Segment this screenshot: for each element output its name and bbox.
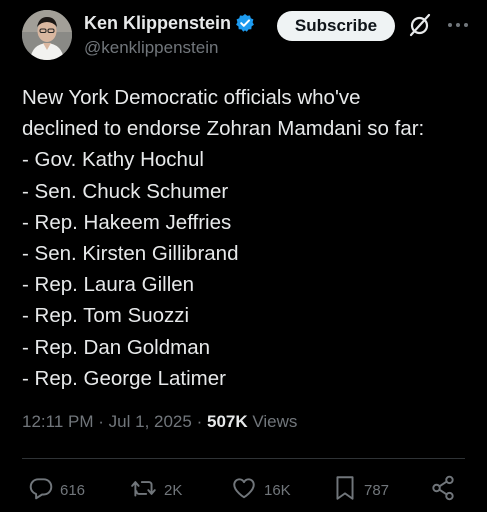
repost-icon <box>130 475 164 505</box>
tweet-list-item: - Rep. Dan Goldman <box>22 335 211 359</box>
bookmark-icon <box>332 474 364 506</box>
share-icon <box>430 474 462 506</box>
meta-separator: · <box>196 412 203 431</box>
tweet-date[interactable]: Jul 1, 2025 <box>109 412 192 431</box>
repost-count: 2K <box>164 481 183 499</box>
reply-count: 616 <box>60 481 86 499</box>
tweet-list-item: - Rep. Hakeem Jeffries <box>22 210 232 234</box>
tweet-list-item: - Sen. Kirsten Gillibrand <box>22 242 239 266</box>
bookmark-button[interactable]: 787 <box>332 474 389 506</box>
tweet-list-item: - Rep. Tom Suozzi <box>22 304 190 328</box>
like-count: 16K <box>264 481 291 499</box>
share-button[interactable] <box>430 474 462 506</box>
repost-button[interactable]: 2K <box>130 474 182 506</box>
tweet-intro-line: New York Democratic officials who've <box>22 86 361 109</box>
author-names: Ken Klippenstein @kenklippenstein <box>84 11 255 58</box>
reply-button[interactable]: 616 <box>28 474 85 506</box>
handle[interactable]: @kenklippenstein <box>84 38 255 58</box>
avatar[interactable] <box>22 10 72 60</box>
heart-icon <box>230 475 264 505</box>
tweet-time[interactable]: 12:11 PM <box>22 412 94 431</box>
more-horizontal-icon[interactable] <box>446 12 470 38</box>
tweet-list-item: - Rep. George Latimer <box>22 366 226 390</box>
tweet-list-item: - Rep. Laura Gillen <box>22 273 195 297</box>
display-name[interactable]: Ken Klippenstein <box>84 13 231 34</box>
bookmark-count: 787 <box>364 481 390 499</box>
tweet-text: New York Democratic officials who've decl… <box>22 82 472 394</box>
verified-badge-icon <box>235 13 255 33</box>
subscribe-button[interactable]: Subscribe <box>277 11 395 41</box>
reply-icon <box>28 475 60 505</box>
tweet-intro-line: declined to endorse Zohran Mamdani so fa… <box>22 117 425 141</box>
meta-separator: · <box>98 412 104 431</box>
tweet-header: Ken Klippenstein @kenklippenstein Subscr… <box>22 10 475 62</box>
like-button[interactable]: 16K <box>230 474 291 506</box>
grok-icon[interactable] <box>407 12 433 38</box>
action-bar: 616 2K 16K 787 <box>22 474 465 506</box>
tweet-list-item: - Sen. Chuck Schumer <box>22 179 229 203</box>
views-count: 507K <box>206 412 248 431</box>
divider <box>22 458 465 459</box>
tweet-list-item: - Gov. Kathy Hochul <box>22 148 204 172</box>
tweet-meta: 12:11 PM · Jul 1, 2025 · 507K Views <box>22 412 297 432</box>
views-label: Views <box>252 412 298 431</box>
